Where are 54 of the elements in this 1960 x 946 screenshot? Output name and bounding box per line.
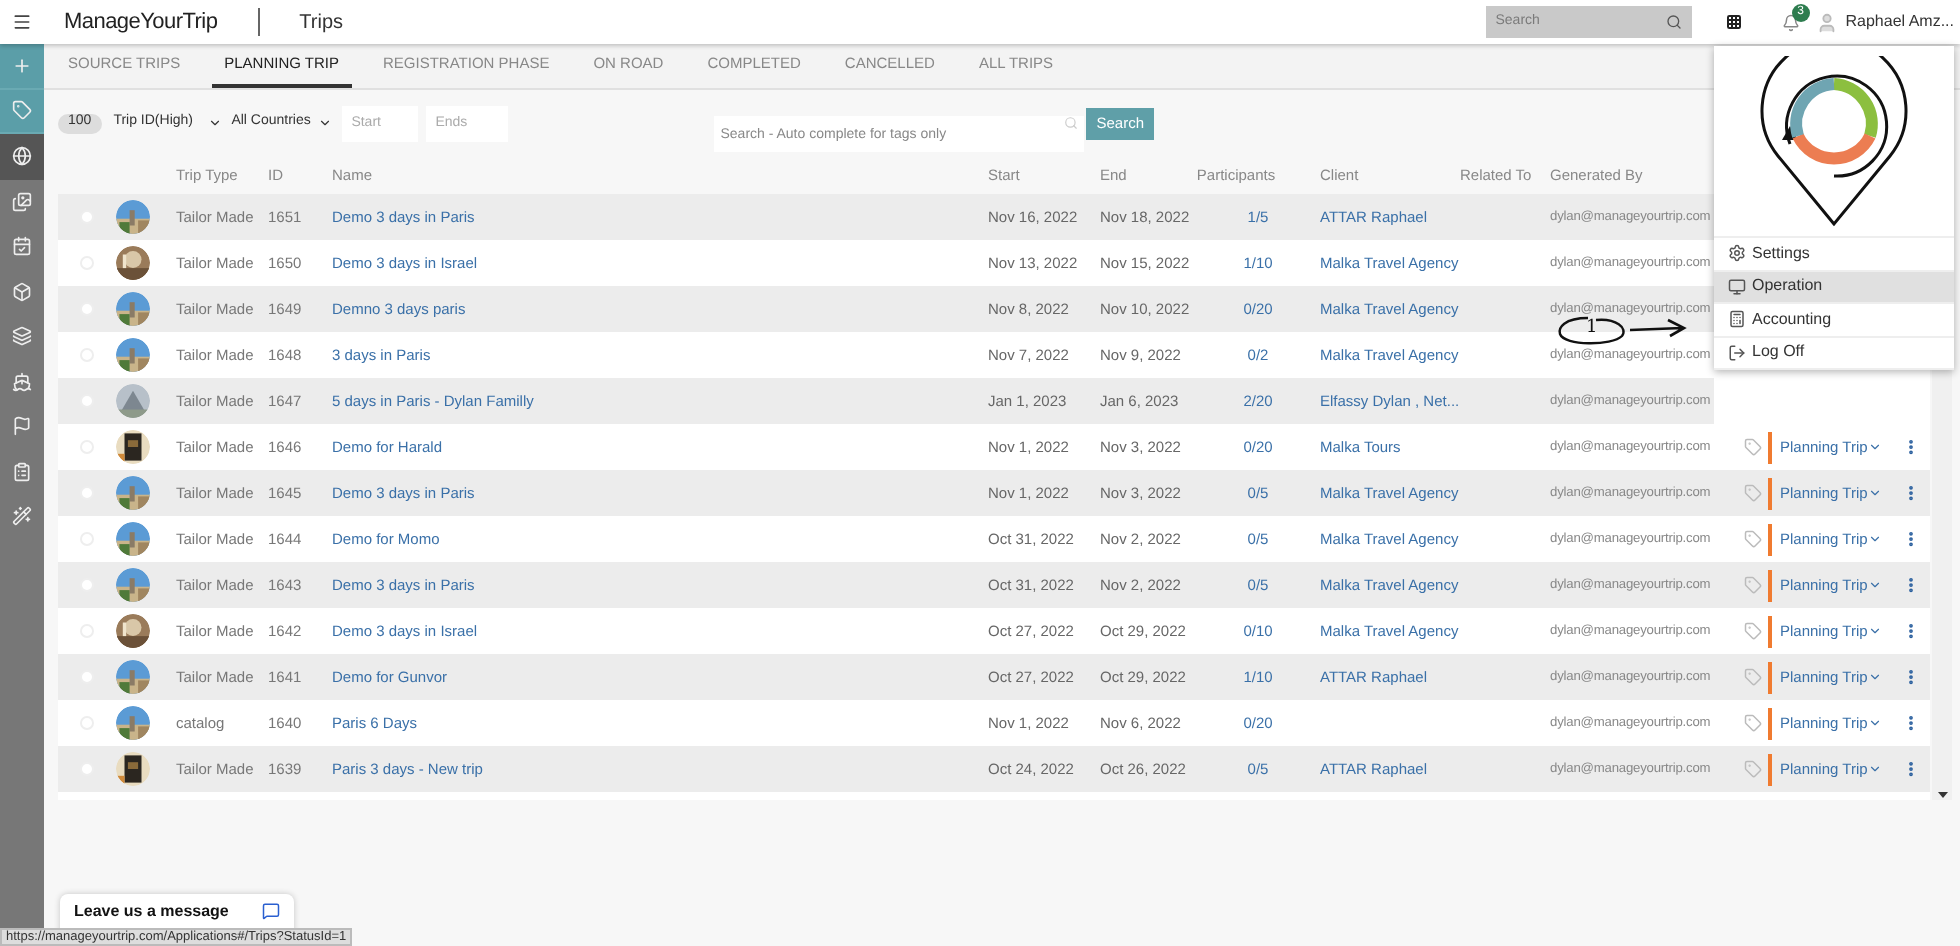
user-icon[interactable] (1815, 11, 1838, 33)
layers-icon (12, 326, 32, 347)
search-icon[interactable] (1665, 14, 1682, 30)
menu-item[interactable]: Operation (1714, 271, 1954, 304)
scroll-down-icon[interactable] (1937, 792, 1947, 800)
calendar-icon (12, 236, 32, 257)
caret-icon (1867, 762, 1882, 776)
sidebar-item[interactable] (0, 134, 44, 179)
chevron-icon (207, 116, 222, 130)
caret-icon (1867, 578, 1882, 592)
settings-icon (1728, 244, 1746, 263)
menu-item[interactable]: Log Off (1714, 337, 1954, 370)
tag-icon[interactable] (1744, 714, 1762, 732)
tag-icon[interactable] (1744, 530, 1762, 548)
tag-icon (12, 100, 32, 121)
page-title: Trips (299, 9, 344, 37)
caret-icon (1867, 486, 1882, 500)
flag-icon (12, 416, 32, 437)
chat-widget-label: Leave us a message (74, 902, 231, 920)
globe-icon (12, 146, 32, 167)
logo[interactable]: ManageYourTrip (64, 5, 218, 39)
caret-icon (1867, 670, 1882, 684)
caret-icon (1867, 624, 1882, 638)
tag-icon[interactable] (1744, 576, 1762, 594)
caret-icon (1867, 440, 1882, 454)
search-icon (1064, 115, 1079, 129)
images-icon (12, 191, 32, 212)
tag-icon[interactable] (1744, 484, 1762, 502)
plus-icon (12, 55, 32, 76)
scribble-circle-drawing (1556, 316, 1628, 346)
bell-icon[interactable] (1781, 13, 1800, 31)
chevron-icon (317, 116, 332, 130)
annotation-number: 1 (1586, 320, 1598, 338)
menu-item[interactable]: Accounting (1714, 304, 1954, 337)
chat-icon (262, 902, 280, 920)
apps-icon[interactable] (1725, 14, 1742, 30)
clipboard-icon (12, 461, 32, 482)
menu-item[interactable]: Settings (1714, 238, 1954, 271)
tag-icon[interactable] (1744, 760, 1762, 778)
logout-icon (1728, 343, 1746, 362)
caret-icon (1867, 532, 1882, 546)
arrow-drawing (1627, 318, 1688, 338)
user-name[interactable]: Raphael Amz... (1845, 10, 1954, 34)
menu-icon[interactable] (12, 12, 32, 32)
cube-icon (12, 281, 32, 302)
monitor-icon (1728, 277, 1746, 296)
calculator-icon (1728, 310, 1746, 329)
tag-icon[interactable] (1744, 622, 1762, 640)
caret-icon (1867, 716, 1882, 730)
wand-icon (12, 506, 32, 527)
ship-icon (12, 371, 32, 392)
tag-icon[interactable] (1744, 668, 1762, 686)
tag-icon[interactable] (1744, 438, 1762, 456)
sidebar-item[interactable] (0, 44, 44, 89)
